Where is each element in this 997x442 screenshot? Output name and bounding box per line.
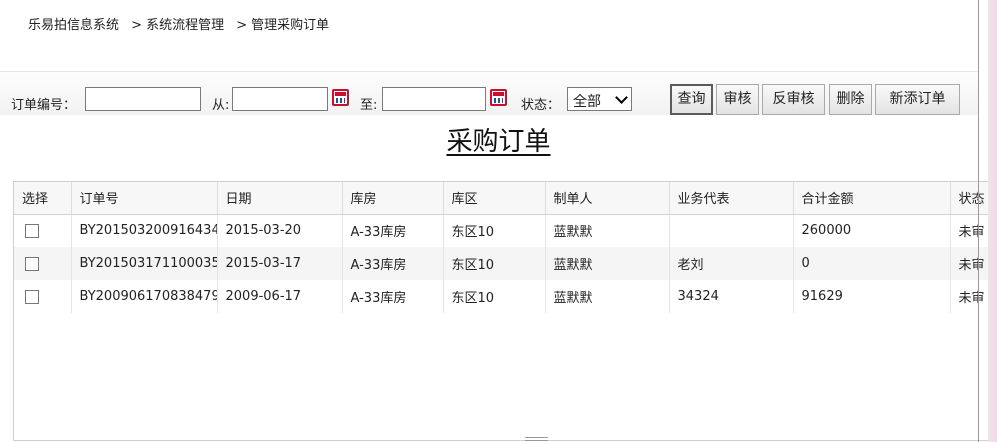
total-cell: 91629: [793, 280, 951, 313]
row-select-cell: [14, 214, 72, 247]
table-row[interactable]: BY201503171100035901 2015-03-17 A-33库房 东…: [14, 247, 988, 280]
status-select-value: 全部: [573, 94, 601, 110]
creator-cell: 蓝默默: [545, 247, 670, 280]
order-no-cell[interactable]: BY201503200916434422: [71, 214, 218, 247]
to-date-label: 至:: [360, 98, 378, 113]
rep-cell: 老刘: [669, 247, 794, 280]
frame-divider: [978, 0, 979, 442]
row-checkbox[interactable]: [25, 256, 39, 271]
audit-button[interactable]: 审核: [716, 84, 759, 115]
status-cell: 未审: [950, 247, 988, 280]
unaudit-button[interactable]: 反审核: [762, 84, 825, 115]
row-checkbox[interactable]: [25, 289, 39, 304]
total-cell: 0: [793, 247, 951, 280]
delete-button[interactable]: 删除: [829, 84, 872, 115]
breadcrumb-current: 管理采购订单: [251, 18, 330, 33]
order-no-cell[interactable]: BY201503171100035901: [71, 247, 218, 280]
order-no-cell[interactable]: BY200906170838479901: [71, 280, 218, 313]
to-date-input[interactable]: [382, 87, 486, 111]
date-cell: 2015-03-17: [217, 247, 343, 280]
row-checkbox[interactable]: [25, 223, 39, 238]
column-header-order-no: 订单号: [71, 182, 218, 215]
creator-cell: 蓝默默: [545, 214, 670, 247]
calendar-icon[interactable]: [490, 89, 507, 106]
zone-cell: 东区10: [443, 280, 546, 313]
status-select[interactable]: 全部: [567, 87, 632, 111]
order-no-input[interactable]: [85, 87, 201, 111]
warehouse-cell: A-33库房: [342, 280, 444, 313]
breadcrumb: 乐易拍信息系统 > 系统流程管理 > 管理采购订单: [28, 14, 329, 33]
status-label: 状态：: [521, 98, 561, 113]
column-header-creator: 制单人: [545, 182, 670, 215]
creator-cell: 蓝默默: [545, 280, 670, 313]
total-cell: 260000: [793, 214, 951, 247]
table-row[interactable]: BY200906170838479901 2009-06-17 A-33库房 东…: [14, 280, 988, 313]
column-header-select: 选择: [14, 182, 72, 215]
breadcrumb-root[interactable]: 乐易拍信息系统: [28, 14, 119, 33]
page-title: 采购订单: [446, 127, 551, 157]
chevron-down-icon: [615, 91, 628, 104]
table-row[interactable]: BY201503200916434422 2015-03-20 A-33库房 东…: [14, 214, 988, 247]
filter-toolbar: 订单编号： 从: 至: 状态： 全部 查询 审核 反审核 删除 新添订单: [0, 71, 978, 115]
query-button[interactable]: 查询: [670, 84, 713, 115]
zone-cell: 东区10: [443, 214, 546, 247]
breadcrumb-separator: >: [131, 18, 143, 33]
breadcrumb-separator: >: [236, 18, 248, 33]
column-header-total: 合计金额: [793, 182, 951, 215]
window-edge: [988, 0, 997, 442]
row-select-cell: [14, 280, 72, 313]
from-date-input[interactable]: [232, 87, 328, 111]
rep-cell: 34324: [669, 280, 794, 313]
warehouse-cell: A-33库房: [342, 247, 444, 280]
date-cell: 2015-03-20: [217, 214, 343, 247]
new-order-button[interactable]: 新添订单: [875, 84, 960, 115]
column-header-rep: 业务代表: [669, 182, 794, 215]
resize-grip-icon[interactable]: [525, 437, 548, 441]
column-header-date: 日期: [217, 182, 343, 215]
column-header-zone: 库区: [443, 182, 546, 215]
status-cell: 未审: [950, 214, 988, 247]
calendar-icon[interactable]: [332, 89, 349, 106]
from-date-label: 从:: [212, 98, 230, 113]
breadcrumb-level2[interactable]: 系统流程管理: [146, 14, 224, 33]
zone-cell: 东区10: [443, 247, 546, 280]
order-no-label: 订单编号：: [11, 98, 77, 113]
orders-table: 选择 订单号 日期 库房 库区 制单人 业务代表 合计金额 状态 BY20150…: [13, 181, 989, 441]
rep-cell: [669, 214, 794, 247]
date-cell: 2009-06-17: [217, 280, 343, 313]
table-header-row: 选择 订单号 日期 库房 库区 制单人 业务代表 合计金额 状态: [14, 182, 988, 215]
column-header-warehouse: 库房: [342, 182, 444, 215]
column-header-status: 状态: [950, 182, 988, 215]
warehouse-cell: A-33库房: [342, 214, 444, 247]
status-cell: 未审: [950, 280, 988, 313]
row-select-cell: [14, 247, 72, 280]
